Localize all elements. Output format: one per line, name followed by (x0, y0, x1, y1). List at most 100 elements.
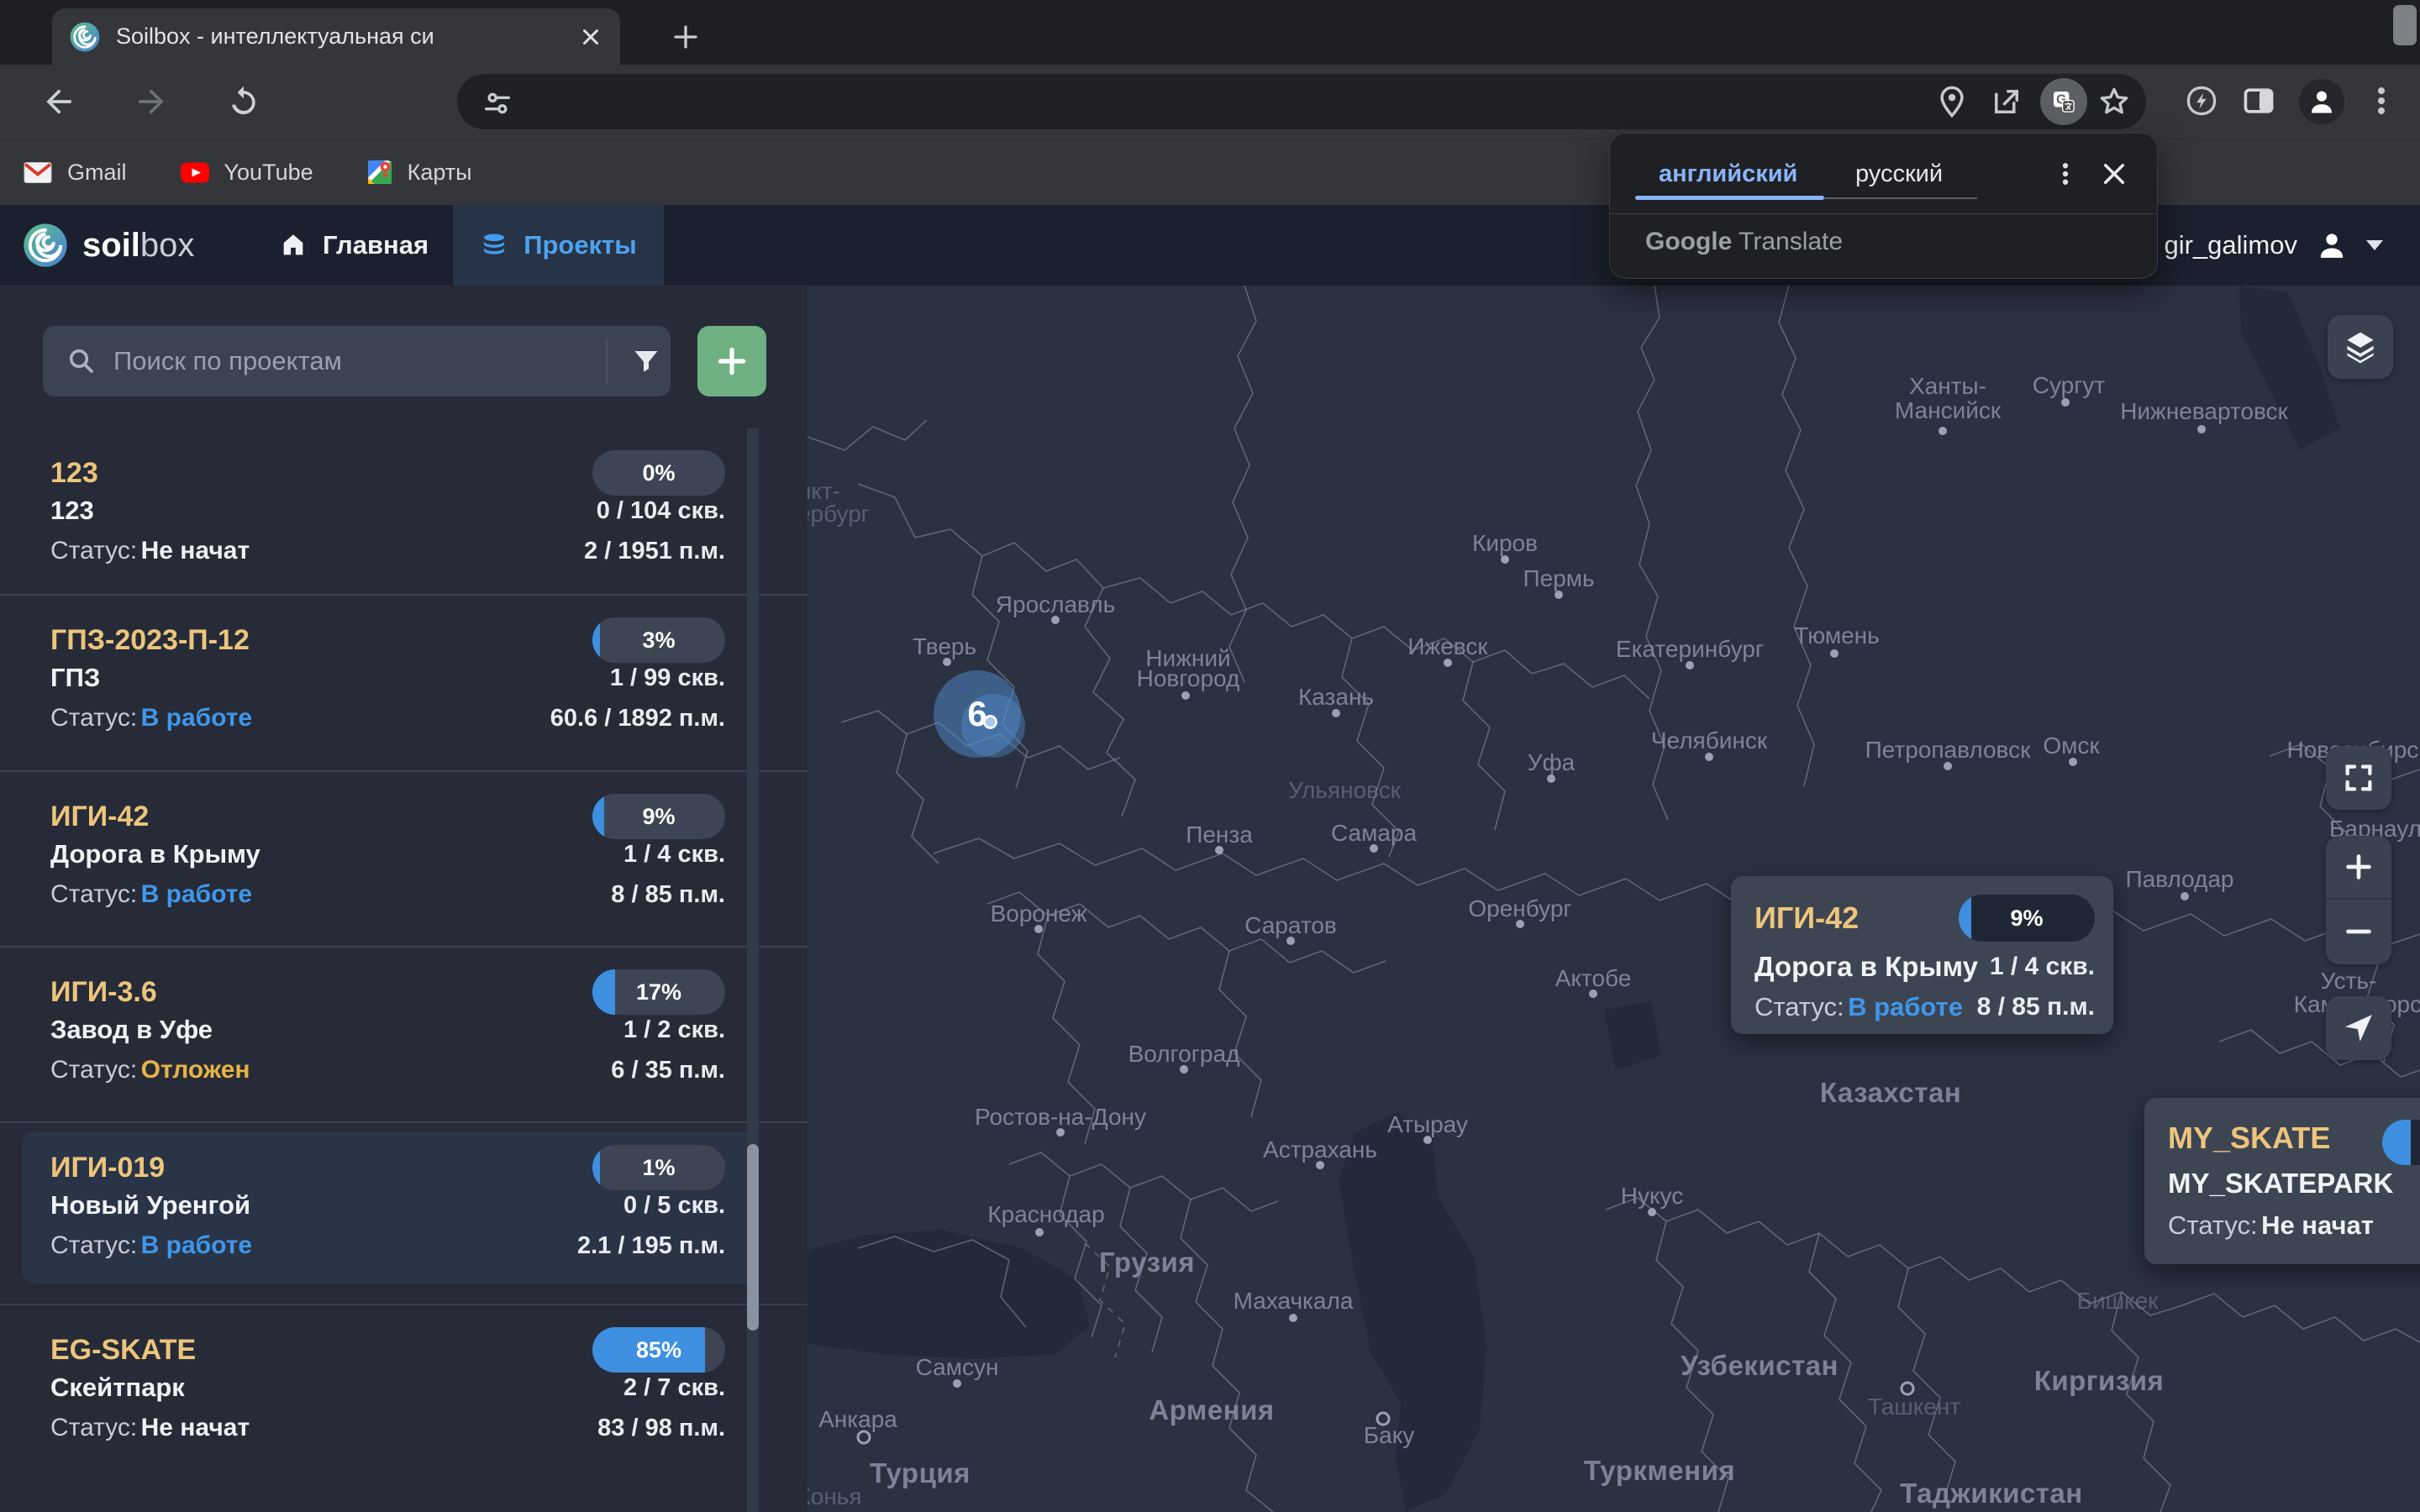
new-tab-button[interactable] (666, 17, 706, 57)
add-project-button[interactable] (697, 326, 766, 396)
browser-tab[interactable]: Soilbox - интеллектуальная си (52, 8, 620, 65)
map-city-dot (1830, 649, 1839, 658)
bookmark-star-icon[interactable] (2096, 83, 2133, 120)
map-city-dot (1332, 709, 1340, 717)
map-label: Ташкент (1868, 1394, 1960, 1420)
popup-project-name: Дорога в Крыму (1754, 951, 1978, 983)
map-city-dot (1370, 844, 1378, 853)
memory-saver-icon[interactable] (2183, 82, 2220, 119)
map-popup-myskate[interactable]: MY_SKATE MY_SKATEPARK Статус: Не начат (2144, 1098, 2420, 1264)
google-translate-brand: Google Translate (1645, 228, 1843, 256)
nav-home[interactable]: Главная (250, 205, 457, 286)
project-name: 123 (50, 496, 94, 526)
map-label: Омск (2043, 732, 2099, 759)
project-card[interactable]: ИГИ-019 1% Новый Уренгой 0 / 5 скв. Стат… (0, 1121, 808, 1304)
location-icon[interactable] (1933, 83, 1970, 120)
map-label: Турция (870, 1457, 971, 1489)
map-label: Атырау (1387, 1111, 1468, 1138)
popup-progress-pill: 9% (1959, 895, 2095, 942)
wells-count: 2 / 7 скв. (623, 1374, 725, 1402)
project-card[interactable]: ИГИ-3.6 17% Завод в Уфе 1 / 2 скв. Стату… (0, 946, 808, 1121)
map-canvas[interactable]: нкт-ербургТверьЯрославльНижнийНовгородКи… (808, 286, 2420, 1512)
map-label: Бишкек (2077, 1288, 2159, 1315)
browser-tabstrip: Soilbox - интеллектуальная си (0, 0, 2420, 65)
cluster-point-marker[interactable] (983, 715, 997, 729)
project-status: Статус: В работе (50, 704, 252, 732)
tab-title-fade (499, 15, 558, 58)
project-card[interactable]: ГПЗ-2023-П-12 3% ГПЗ 1 / 99 скв. Статус:… (0, 594, 808, 770)
side-panel-icon[interactable] (2240, 82, 2277, 119)
map-label: Тюмень (1794, 622, 1879, 649)
filter-icon[interactable] (631, 346, 661, 376)
address-bar[interactable]: G (457, 74, 2146, 129)
translate-tab-russian[interactable]: русский (1855, 160, 1943, 188)
project-status: Статус: Отложен (50, 1056, 250, 1084)
map-popup-igi42[interactable]: ИГИ-42 9% Дорога в Крыму 1 / 4 скв. Стат… (1731, 876, 2113, 1034)
map-city-dot (2061, 398, 2070, 407)
translate-options-icon[interactable] (2049, 155, 2082, 192)
nav-projects-label: Проекты (523, 230, 637, 260)
map-label: Армения (1149, 1394, 1274, 1426)
open-in-new-icon[interactable] (1988, 83, 2025, 120)
map-city-dot (1316, 1161, 1324, 1169)
project-code: ИГИ-019 (50, 1152, 165, 1184)
map-city-dot (857, 1431, 871, 1445)
wells-count: 1 / 99 скв. (610, 664, 725, 692)
translate-close-icon[interactable] (2096, 155, 2133, 192)
nav-projects[interactable]: Проекты (453, 205, 664, 286)
cluster-count[interactable]: 6 (967, 694, 986, 734)
fullscreen-button[interactable] (2326, 746, 2391, 810)
project-card[interactable]: ИГИ-42 9% Дорога в Крыму 1 / 4 скв. Стат… (0, 770, 808, 946)
sidebar-scrollbar-track[interactable] (747, 428, 759, 1512)
map-label: Астрахань (1263, 1137, 1377, 1163)
soilbox-logo[interactable]: soilbox (22, 205, 194, 286)
map-label: Конья (808, 1483, 862, 1510)
search-input[interactable] (113, 326, 584, 396)
browser-profile-avatar[interactable] (2299, 79, 2344, 124)
sidebar-scrollbar-thumb[interactable] (747, 1144, 759, 1331)
username: gir_galimov (2164, 230, 2297, 260)
zoom-controls (2326, 836, 2391, 964)
forward-icon[interactable] (133, 83, 170, 120)
user-icon (2314, 228, 2349, 263)
user-menu[interactable]: gir_galimov (2164, 205, 2383, 286)
map-label: Анкара (818, 1406, 897, 1433)
popup-divider (1610, 213, 2157, 214)
tune-icon[interactable] (479, 85, 516, 122)
map-label: Махачкала (1234, 1288, 1354, 1315)
translate-icon[interactable]: G (2040, 78, 2087, 125)
back-icon[interactable] (40, 83, 77, 120)
tab-close-icon[interactable] (578, 24, 603, 50)
bookmark-label: Gmail (67, 160, 127, 186)
zoom-out-button[interactable] (2326, 900, 2391, 963)
bookmark-gmail[interactable]: Gmail (24, 160, 127, 186)
zoom-in-button[interactable] (2326, 836, 2391, 900)
map-label: Оренбург (1468, 895, 1571, 922)
logo-text: soilbox (82, 227, 194, 265)
project-card[interactable]: EG-SKATE 85% Скейтпарк 2 / 7 скв. Статус… (0, 1304, 808, 1512)
search-divider (606, 339, 608, 383)
site-favicon-soilbox (69, 21, 101, 53)
bookmark-youtube[interactable]: YouTube (181, 160, 313, 186)
map-label: Петропавловск (1865, 737, 2031, 764)
reload-icon[interactable] (225, 83, 262, 120)
layers-button[interactable] (2328, 315, 2393, 379)
translate-tab-english[interactable]: английский (1659, 160, 1797, 188)
map-city-dot (943, 658, 951, 666)
map-label: ербург (808, 501, 870, 528)
active-tab-underline (1635, 196, 1824, 200)
map-city-dot (1648, 1208, 1656, 1216)
map-city-dot (1686, 661, 1694, 669)
bookmark-maps[interactable]: Карты (367, 160, 472, 186)
window-scrollbar-stub[interactable] (2393, 5, 2417, 45)
project-card[interactable]: 123 0% 123 0 / 104 скв. Статус: Не начат… (0, 428, 808, 594)
locate-button[interactable] (2326, 996, 2391, 1060)
map-city-dot (1547, 774, 1555, 783)
project-search[interactable] (43, 326, 671, 396)
home-icon (279, 231, 308, 260)
map-city-dot (1180, 1065, 1188, 1074)
browser-menu-icon[interactable] (2363, 82, 2400, 119)
map-label: Мансийск (1895, 397, 2001, 424)
wells-count: 1 / 2 скв. (623, 1016, 725, 1044)
projects-sidebar: 123 0% 123 0 / 104 скв. Статус: Не начат… (0, 286, 808, 1512)
